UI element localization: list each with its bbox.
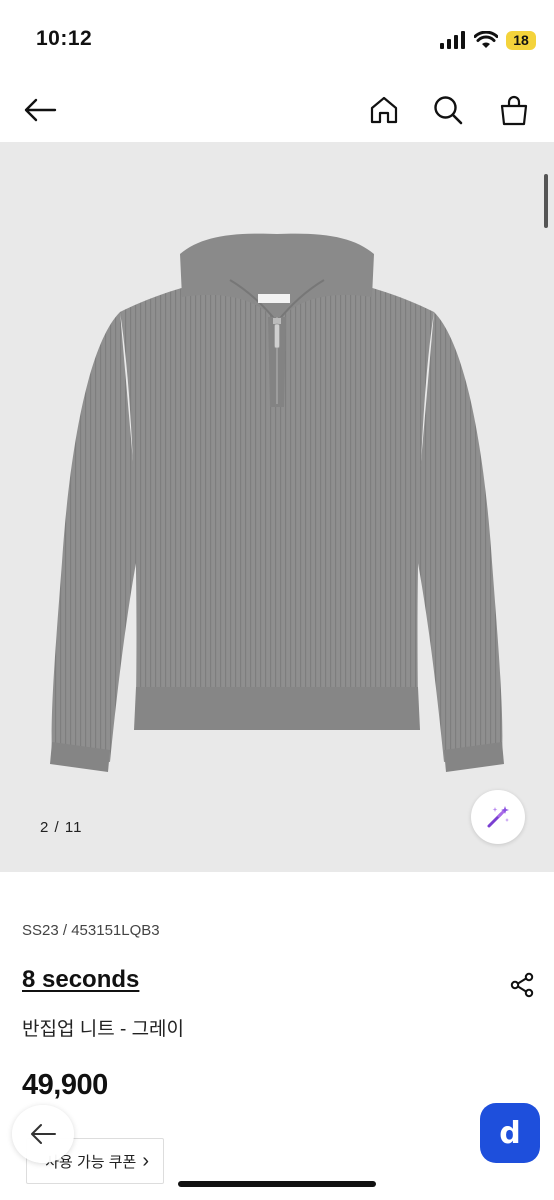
product-name: 반집업 니트 - 그레이 <box>22 1019 185 1040</box>
back-button[interactable] <box>20 90 60 130</box>
home-button[interactable] <box>364 90 404 130</box>
image-counter-current: 2 <box>40 819 50 836</box>
arrow-left-icon <box>24 98 57 122</box>
top-navbar <box>0 80 554 142</box>
search-icon <box>434 96 463 125</box>
product-price: 49,900 <box>22 1069 108 1101</box>
brand-link[interactable]: 8 seconds <box>22 966 139 994</box>
search-button[interactable] <box>428 90 468 130</box>
product-image <box>50 233 504 772</box>
image-counter-separator: / <box>54 819 60 836</box>
product-sku: SS23 / 453151LQB3 <box>22 922 160 939</box>
status-bar: 10:12 18 <box>0 0 554 80</box>
battery-indicator: 18 <box>506 30 536 50</box>
app-shortcut-button[interactable]: d <box>480 1103 540 1163</box>
cart-button[interactable] <box>494 90 534 130</box>
home-indicator[interactable] <box>178 1181 376 1187</box>
chevron-right-icon: › <box>142 1150 149 1172</box>
image-counter: 2 / 11 <box>40 819 82 836</box>
wifi-icon <box>474 31 498 48</box>
magic-wand-icon <box>487 806 509 828</box>
status-time: 10:12 <box>36 27 93 50</box>
product-image-gallery[interactable] <box>0 142 554 872</box>
share-icon <box>510 972 534 998</box>
magic-wand-button[interactable] <box>471 790 525 844</box>
floating-back-button[interactable] <box>12 1105 74 1163</box>
gallery-scrollbar[interactable] <box>544 174 548 228</box>
share-button[interactable] <box>508 971 536 999</box>
status-icons: 18 <box>440 28 536 52</box>
app-shortcut-label: d <box>499 1115 521 1151</box>
home-icon <box>370 96 398 124</box>
image-counter-total: 11 <box>64 819 83 836</box>
arrow-left-icon <box>31 1124 56 1144</box>
shopping-bag-icon <box>500 95 528 126</box>
signal-icon <box>440 31 465 49</box>
